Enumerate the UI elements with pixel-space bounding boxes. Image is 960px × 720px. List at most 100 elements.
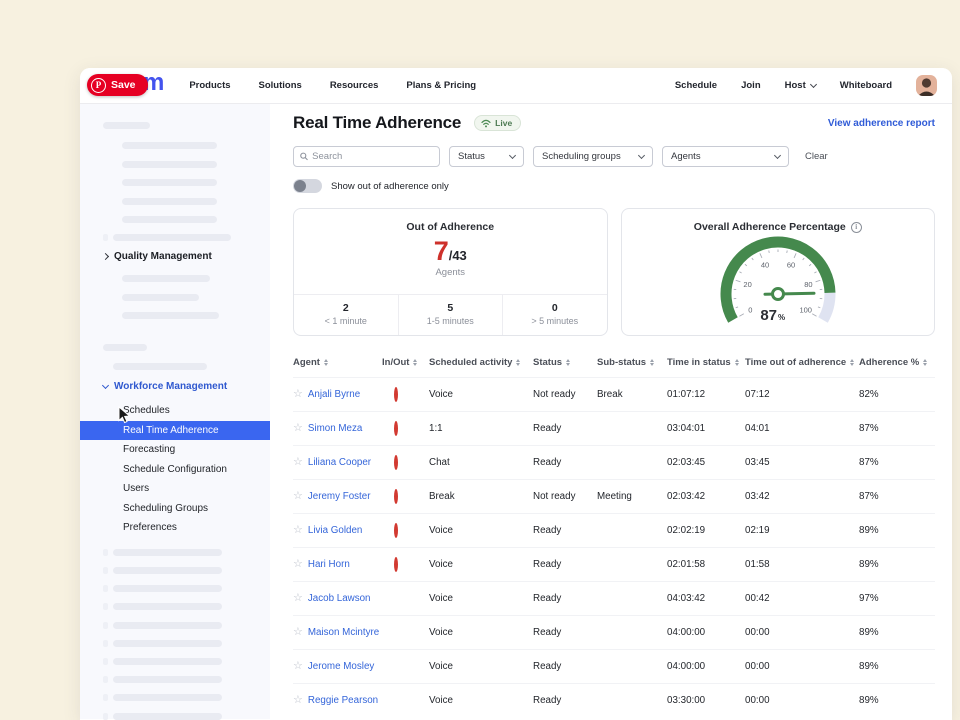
agent-name-link[interactable]: Anjali Byrne <box>308 389 360 400</box>
column-header-label: In/Out <box>382 357 409 368</box>
column-header-label: Sub-status <box>597 357 646 368</box>
user-avatar[interactable] <box>916 75 937 96</box>
status-select-label: Status <box>458 151 485 162</box>
show-out-of-adherence-toggle[interactable] <box>293 179 322 193</box>
nav-item-schedule[interactable]: Schedule <box>675 80 717 91</box>
star-icon[interactable]: ☆ <box>293 491 303 502</box>
agent-name-link[interactable]: Jerome Mosley <box>308 661 374 672</box>
nav-item-plans-pricing[interactable]: Plans & Pricing <box>406 80 476 91</box>
table-row: ☆Jacob LawsonVoiceReady04:03:4200:4297% <box>293 581 935 615</box>
star-icon[interactable]: ☆ <box>293 627 303 638</box>
status-cell: Not ready <box>533 389 597 400</box>
sidebar-item-schedule-configuration[interactable]: Schedule Configuration <box>80 460 270 480</box>
sidebar-skeleton-group <box>103 603 270 610</box>
chevron-right-icon <box>102 253 109 260</box>
star-icon[interactable]: ☆ <box>293 457 303 468</box>
agents-select[interactable]: Agents <box>662 146 789 167</box>
sidebar-skeleton-list <box>80 549 270 720</box>
sidebar: Quality Management Workforce Management … <box>80 104 270 719</box>
page-header: Real Time Adherence Live View adherence … <box>293 113 935 133</box>
column-header-agent[interactable]: Agent <box>293 357 382 368</box>
scheduled-activity-cell: Break <box>429 491 533 502</box>
nav-item-products[interactable]: Products <box>189 80 230 91</box>
sidebar-skeleton-group <box>103 234 270 241</box>
time-out-of-adherence-cell: 03:45 <box>745 457 859 468</box>
sidebar-skeleton-bar <box>122 216 217 223</box>
agent-cell: ☆ Hari Horn <box>293 559 382 570</box>
agent-name-link[interactable]: Liliana Cooper <box>308 457 371 468</box>
column-header-scheduled-activity[interactable]: Scheduled activity <box>429 357 533 368</box>
pinterest-icon: P <box>91 78 106 93</box>
overall-adherence-title-label: Overall Adherence Percentage <box>694 221 846 233</box>
info-icon[interactable]: i <box>851 222 862 233</box>
agent-cell: ☆ Simon Meza <box>293 423 382 434</box>
column-header-time-in-status[interactable]: Time in status <box>667 357 745 368</box>
agent-name-link[interactable]: Hari Horn <box>308 559 350 570</box>
column-header-in-out[interactable]: In/Out <box>382 357 429 368</box>
breakdown-label: 1-5 minutes <box>399 316 503 326</box>
sidebar-item-scheduling-groups[interactable]: Scheduling Groups <box>80 499 270 519</box>
column-header-label: Agent <box>293 357 320 368</box>
nav-item-solutions[interactable]: Solutions <box>259 80 302 91</box>
star-icon[interactable]: ☆ <box>293 423 303 434</box>
view-adherence-report-link[interactable]: View adherence report <box>828 118 935 129</box>
sort-icon <box>324 359 328 367</box>
time-out-of-adherence-cell: 07:12 <box>745 389 859 400</box>
sidebar-item-real-time-adherence[interactable]: Real Time Adherence <box>80 421 270 441</box>
table-row: ☆Liliana CooperChatReady02:03:4503:4587% <box>293 445 935 479</box>
sidebar-skeleton-bar <box>122 294 199 301</box>
agent-name-link[interactable]: Jeremy Foster <box>308 491 371 502</box>
avatar-image <box>916 75 937 96</box>
scheduling-groups-select[interactable]: Scheduling groups <box>533 146 653 167</box>
star-icon[interactable]: ☆ <box>293 389 303 400</box>
sidebar-skeleton-group <box>103 567 270 574</box>
nav-item-host[interactable]: Host <box>785 80 816 91</box>
agent-name-link[interactable]: Simon Meza <box>308 423 362 434</box>
star-icon[interactable]: ☆ <box>293 593 303 604</box>
star-icon[interactable]: ☆ <box>293 661 303 672</box>
sidebar-section-quality-management[interactable]: Quality Management <box>103 251 270 262</box>
table-row: ☆Jeremy FosterBreakNot readyMeeting02:03… <box>293 479 935 513</box>
gauge-track-arc <box>823 293 830 320</box>
sidebar-section-workforce-management[interactable]: Workforce Management <box>103 381 270 392</box>
agent-cell: ☆ Jeremy Foster <box>293 491 382 502</box>
star-icon[interactable]: ☆ <box>293 695 303 706</box>
agent-name-link[interactable]: Reggie Pearson <box>308 695 378 706</box>
sidebar-skeleton-bar <box>103 122 150 129</box>
agents-select-label: Agents <box>671 151 701 162</box>
agent-name-link[interactable]: Jacob Lawson <box>308 593 371 604</box>
time-out-of-adherence-cell: 00:42 <box>745 593 859 604</box>
star-icon[interactable]: ☆ <box>293 525 303 536</box>
time-out-of-adherence-cell: 03:42 <box>745 491 859 502</box>
nav-item-join[interactable]: Join <box>741 80 761 91</box>
time-in-status-cell: 04:00:00 <box>667 661 745 672</box>
nav-item-whiteboard[interactable]: Whiteboard <box>840 80 892 91</box>
gauge-wrap: 02040608010087% <box>622 235 935 329</box>
out-of-adherence-card: Out of Adherence 7 /43 Agents 2< 1 minut… <box>293 208 608 336</box>
search-input[interactable] <box>312 151 433 162</box>
sidebar-item-users[interactable]: Users <box>80 479 270 499</box>
column-header-sub-status[interactable]: Sub-status <box>597 357 667 368</box>
column-header-label: Status <box>533 357 562 368</box>
time-in-status-cell: 03:04:01 <box>667 423 745 434</box>
scheduling-groups-label: Scheduling groups <box>542 151 621 162</box>
gauge-pivot <box>772 289 783 300</box>
nav-item-resources[interactable]: Resources <box>330 80 379 91</box>
agent-name-link[interactable]: Maison Mcintyre <box>308 627 379 638</box>
clear-filters-button[interactable]: Clear <box>805 151 828 162</box>
star-icon[interactable]: ☆ <box>293 559 303 570</box>
main-content: Real Time Adherence Live View adherence … <box>270 104 952 719</box>
status-select[interactable]: Status <box>449 146 524 167</box>
agent-name-link[interactable]: Livia Golden <box>308 525 362 536</box>
column-header-time-out-of-adherence[interactable]: Time out of adherence <box>745 357 859 368</box>
column-header-status[interactable]: Status <box>533 357 597 368</box>
column-header-adherence-[interactable]: Adherence % <box>859 357 935 368</box>
sidebar-item-schedules[interactable]: Schedules <box>80 401 270 421</box>
in-out-cell <box>382 457 429 468</box>
sidebar-item-forecasting[interactable]: Forecasting <box>80 440 270 460</box>
agent-cell: ☆ Livia Golden <box>293 525 382 536</box>
sidebar-item-preferences[interactable]: Preferences <box>80 518 270 538</box>
sort-icon <box>413 359 417 367</box>
sort-icon <box>566 359 570 367</box>
pinterest-save-button[interactable]: P Save <box>87 74 148 96</box>
